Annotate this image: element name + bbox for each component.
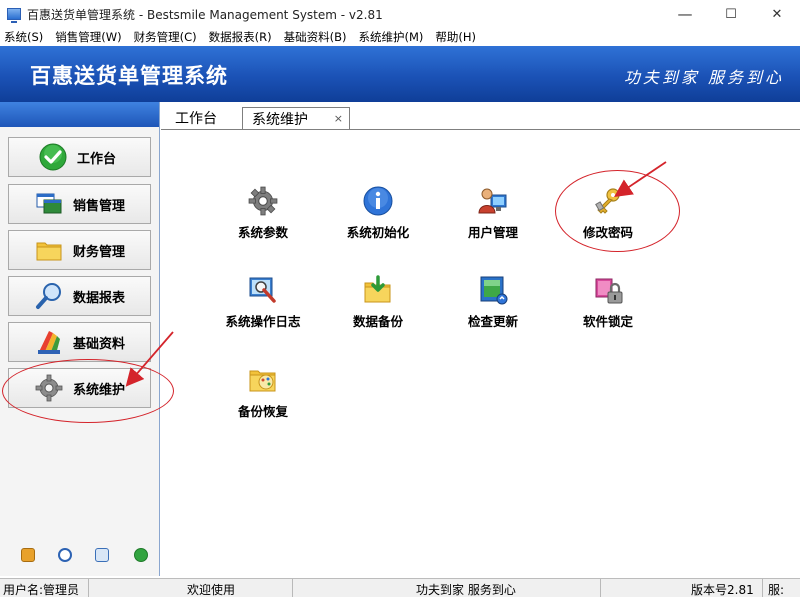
- tile-label: 检查更新: [467, 314, 518, 329]
- sidebar-item-label: 销售管理: [73, 198, 126, 214]
- check-icon: [39, 143, 67, 171]
- menu-maintenance[interactable]: 系统维护(M): [358, 29, 423, 45]
- tile-software-lock[interactable]: 软件锁定: [553, 275, 663, 335]
- sidebar-item-finance[interactable]: 财务管理: [8, 230, 151, 270]
- update-icon: [478, 275, 508, 305]
- menu-base-data[interactable]: 基础资料(B): [284, 29, 347, 45]
- color-swatch-icon: [35, 328, 63, 356]
- tab-bar: 工作台 系统维护 ×: [161, 102, 800, 130]
- status-separator: [88, 579, 89, 597]
- tab-close-icon[interactable]: ×: [334, 112, 343, 125]
- key-icon[interactable]: [21, 548, 35, 562]
- windows-icon: [35, 190, 63, 218]
- annotation-circle-password: [555, 170, 680, 252]
- tab-divider: [161, 129, 800, 130]
- sidebar-item-label: 工作台: [77, 151, 117, 167]
- folder-icon: [35, 236, 63, 264]
- status-slogan: 功夫到家 服务到心: [416, 583, 516, 597]
- status-extra: 服:: [768, 583, 785, 597]
- folder-download-icon: [363, 275, 393, 305]
- tile-operation-log[interactable]: 系统操作日志: [208, 275, 318, 335]
- sidebar-item-label: 基础资料: [73, 336, 126, 352]
- tile-system-init[interactable]: 系统初始化: [323, 186, 433, 246]
- menu-help[interactable]: 帮助(H): [435, 29, 476, 45]
- lock-icon: [593, 275, 623, 305]
- tab-maintenance[interactable]: 系统维护 ×: [242, 107, 350, 130]
- status-bar: 用户名:管理员 欢迎使用 功夫到家 服务到心 版本号2.81 服:: [0, 578, 800, 597]
- clock-icon[interactable]: [58, 548, 72, 562]
- status-separator: [600, 579, 601, 597]
- folder-restore-icon: [248, 365, 278, 395]
- sidebar-item-base-data[interactable]: 基础资料: [8, 322, 151, 362]
- menu-finance[interactable]: 财务管理(C): [134, 29, 197, 45]
- app-banner: 百惠送货单管理系统 功夫到家 服务到心: [0, 46, 800, 102]
- annotation-circle-maintenance: [2, 359, 174, 423]
- tile-backup-restore[interactable]: 备份恢复: [208, 365, 318, 425]
- sidebar-item-workbench[interactable]: 工作台: [8, 137, 151, 177]
- app-monitor-icon: [7, 8, 21, 23]
- tile-check-update[interactable]: 检查更新: [438, 275, 548, 335]
- sidebar-item-sales[interactable]: 销售管理: [8, 184, 151, 224]
- status-version: 版本号2.81: [691, 583, 754, 597]
- magnifier-icon: [35, 282, 63, 310]
- title-bar: 百惠送货单管理系统 - Bestsmile Management System …: [0, 0, 800, 28]
- sidebar-header: [0, 102, 159, 127]
- menu-system[interactable]: 系统(S): [4, 29, 43, 45]
- tile-label: 备份恢复: [237, 404, 288, 419]
- tile-system-params[interactable]: 系统参数: [208, 186, 318, 246]
- sidebar-item-reports[interactable]: 数据报表: [8, 276, 151, 316]
- sidebar: 工作台 销售管理 财务管理 数据报表 基础资料 系统维护: [0, 102, 160, 576]
- window-title: 百惠送货单管理系统 - Bestsmile Management System …: [27, 7, 383, 22]
- tile-data-backup[interactable]: 数据备份: [323, 275, 433, 335]
- close-button[interactable]: ✕: [754, 0, 800, 28]
- window-controls: — ☐ ✕: [662, 0, 800, 28]
- gear-icon: [248, 186, 278, 216]
- tab-workbench[interactable]: 工作台: [175, 108, 217, 128]
- banner-title: 百惠送货单管理系统: [30, 64, 228, 88]
- menu-bar: 系统(S) 销售管理(W) 财务管理(C) 数据报表(R) 基础资料(B) 系统…: [0, 28, 800, 46]
- maximize-button[interactable]: ☐: [708, 0, 754, 28]
- status-welcome: 欢迎使用: [187, 583, 236, 597]
- tile-label: 软件锁定: [582, 314, 633, 329]
- user-monitor-icon: [478, 186, 508, 216]
- menu-reports[interactable]: 数据报表(R): [209, 29, 272, 45]
- status-separator: [292, 579, 293, 597]
- tile-label: 系统参数: [237, 225, 288, 240]
- log-magnifier-icon: [248, 275, 278, 305]
- tile-label: 系统初始化: [346, 225, 410, 240]
- tile-label: 系统操作日志: [225, 314, 301, 329]
- minimize-button[interactable]: —: [662, 0, 708, 28]
- status-separator: [762, 579, 763, 597]
- back-arrow-icon[interactable]: [134, 548, 148, 562]
- sidebar-item-label: 数据报表: [73, 290, 126, 306]
- find-icon[interactable]: [95, 548, 109, 562]
- sidebar-item-label: 财务管理: [73, 244, 126, 260]
- menu-sales[interactable]: 销售管理(W): [55, 29, 121, 45]
- tab-label: 系统维护: [252, 112, 308, 128]
- tile-label: 用户管理: [467, 225, 518, 240]
- sidebar-bottom-toolbar: [0, 548, 160, 564]
- info-icon: [363, 186, 393, 216]
- status-user: 用户名:管理员: [3, 583, 80, 597]
- tile-label: 数据备份: [352, 314, 403, 329]
- tile-user-management[interactable]: 用户管理: [438, 186, 548, 246]
- banner-slogan: 功夫到家 服务到心: [623, 68, 784, 87]
